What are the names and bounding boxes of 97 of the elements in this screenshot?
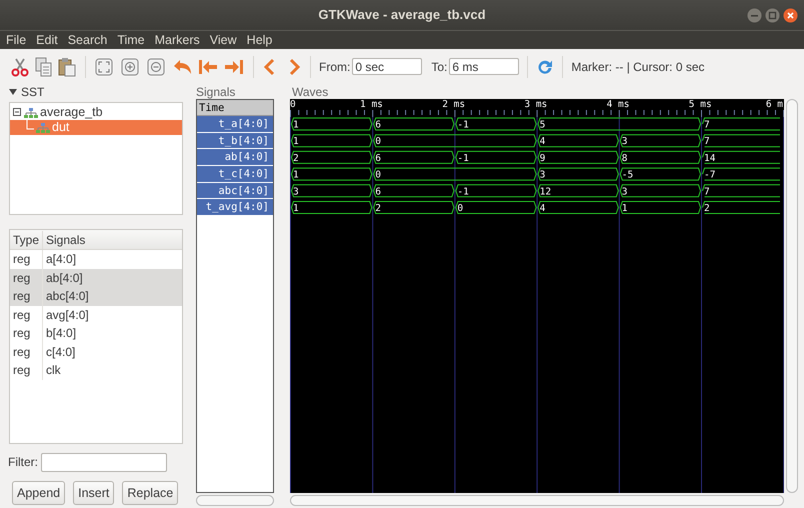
expander-icon[interactable] [9,88,17,96]
column-header[interactable]: Signals [43,230,182,248]
horizontal-scrollbar[interactable] [290,495,784,506]
tree-item[interactable]: average_tb [10,105,182,120]
bus-value: 3 [540,170,546,181]
collapse-icon[interactable] [12,107,23,118]
column-header[interactable]: Type [10,230,43,248]
bus-value: 4 [540,136,546,148]
time-label: 2 ms [442,99,466,110]
signal-name[interactable]: t_b[4:0] [197,132,273,150]
bus-value: 6 [375,186,381,198]
table-row[interactable]: reg abc[4:0] [10,287,182,306]
table-row[interactable]: reg clk [10,361,182,380]
bus-value: 6 [375,120,381,130]
chevron-left-icon[interactable] [262,58,276,76]
time-label: 4 ms [606,99,630,110]
bus-value: -7 [704,170,716,181]
table-row[interactable]: reg avg[4:0] [10,306,182,324]
bus-value: 7 [704,136,710,148]
signal-name[interactable]: abc[4:0] [197,182,273,200]
bus-value: -1 [457,186,469,198]
horizontal-scrollbar[interactable] [196,495,274,506]
bus-value: 7 [704,186,710,198]
window-title: GTKWave - average_tb.vcd [318,6,486,24]
menu-item[interactable]: File [6,30,26,50]
bus-value: -1 [457,120,469,130]
bus-value: 2 [704,203,710,214]
action-button[interactable]: Replace [122,481,178,505]
paste-icon[interactable] [58,56,76,76]
chevron-right-icon[interactable] [288,58,302,76]
bus-value: 7 [704,120,710,130]
bus-value: 14 [704,152,716,164]
bus-value: 12 [540,186,552,198]
bus-value: -5 [622,170,634,181]
jump-end-icon[interactable] [223,58,245,76]
close-icon[interactable] [783,8,798,23]
signal-name[interactable]: t_a[4:0] [197,116,273,133]
action-button[interactable]: Append [12,481,66,505]
from-label: From: [319,58,350,76]
bus-value: 0 [375,136,381,148]
time-label: 6 m [766,99,783,110]
to-field[interactable]: 6 ms [449,58,520,75]
menu-item[interactable]: Help [246,30,272,50]
time-label: 0 [290,99,296,110]
menu-item[interactable]: Search [68,30,108,50]
table-row[interactable]: reg c[4:0] [10,342,182,361]
time-label: 5 ms [688,99,712,110]
reload-icon[interactable] [536,58,554,76]
menu-item[interactable]: Time [117,30,145,50]
bus-value: 9 [540,152,546,164]
sst-label: SST [21,84,44,101]
signal-name[interactable]: t_c[4:0] [197,166,273,183]
signals-label: Signals [196,85,236,99]
bus-value: 2 [375,203,381,214]
to-label: To: [431,58,448,76]
zoom-out-icon[interactable] [147,58,165,76]
bus-value: 0 [457,203,464,214]
bus-value: 4 [540,203,546,214]
bus-value: 6 [375,152,381,164]
time-label: 1 ms [360,99,383,110]
bus-value: 1 [293,136,299,148]
time-header: Time [197,100,273,116]
signal-name[interactable]: t_avg[4:0] [197,199,273,216]
table-row[interactable]: reg b[4:0] [10,324,182,342]
bus-value: 1 [293,170,299,181]
menu-item[interactable]: Markers [154,30,200,50]
bus-value: -1 [457,152,469,164]
bus-value: 8 [622,152,628,164]
filter-label: Filter: [8,454,38,471]
time-label: 3 ms [524,99,548,110]
jump-start-icon[interactable] [197,58,219,76]
filter-field[interactable] [41,452,167,472]
zoom-fit-icon[interactable] [95,58,113,76]
bus-value: 5 [540,120,546,130]
bus-value: 3 [622,186,628,198]
bus-value: 3 [622,136,628,148]
zoom-in-icon[interactable] [121,58,139,76]
action-button[interactable]: Insert [73,481,114,505]
minimize-icon[interactable] [747,8,762,23]
copy-icon[interactable] [35,56,53,76]
vertical-scrollbar[interactable] [786,99,798,493]
bus-value: 1 [622,203,628,214]
bus-value: 1 [293,120,299,130]
bus-value: 0 [375,170,381,181]
signal-name[interactable]: ab[4:0] [197,149,273,166]
bus-value: 1 [293,203,299,214]
bus-value: 3 [293,186,299,198]
menu-item[interactable]: Edit [36,30,58,50]
from-field[interactable]: 0 sec [352,58,422,75]
bus-value: 2 [293,152,299,164]
scissors-icon[interactable] [10,56,30,76]
table-row[interactable]: reg ab[4:0] [10,268,182,287]
marker-cursor-status: Marker: -- | Cursor: 0 sec [571,58,704,76]
waves-label: Waves [292,85,330,99]
hierarchy-icon [24,108,38,118]
menu-item[interactable]: View [210,30,237,50]
hierarchy-icon [36,122,50,132]
